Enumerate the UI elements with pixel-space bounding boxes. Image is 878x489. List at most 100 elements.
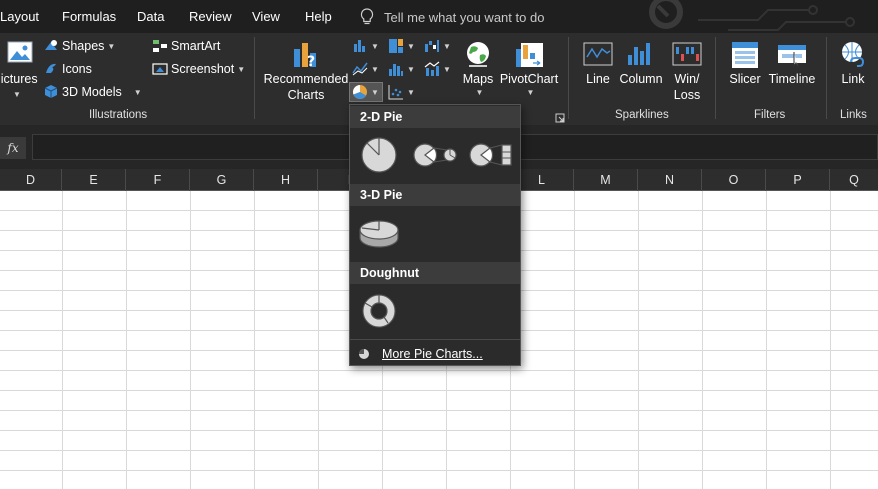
pivotchart-button[interactable]: PivotChart ▼ [500, 39, 558, 101]
hierarchy-chart-icon [389, 39, 403, 53]
pie-chart-small-icon [359, 349, 369, 359]
chevron-down-icon: ▼ [407, 87, 415, 97]
recommended-charts-icon: ? [294, 43, 316, 70]
group-separator [826, 37, 827, 119]
recommended-charts-label-2: Charts [287, 88, 325, 102]
sparkline-winloss-label-1: Win/ [674, 72, 700, 86]
link-button[interactable]: Link [836, 39, 870, 87]
scatter-chart-icon [388, 85, 403, 100]
pie-chart-option[interactable] [356, 133, 402, 177]
chevron-down-icon: ▼ [443, 41, 451, 51]
more-pie-charts-label: More Pie Charts... [382, 347, 483, 361]
column-chart-button[interactable]: ▼ [352, 38, 379, 54]
maps-button[interactable]: Maps ▼ [461, 39, 495, 101]
waterfall-chart-button[interactable]: ▼ [424, 38, 451, 54]
tab-review[interactable]: Review [189, 9, 232, 24]
timeline-label: Timeline [768, 72, 816, 86]
sparkline-line-label: Line [586, 72, 610, 86]
screenshot-icon [152, 63, 168, 75]
line-chart-icon [352, 62, 368, 76]
column-chart-icon [354, 40, 365, 52]
group-separator [254, 37, 255, 119]
pie-of-pie-option[interactable] [410, 133, 462, 177]
scatter-chart-button[interactable]: ▼ [388, 84, 415, 100]
chevron-down-icon: ▼ [107, 41, 116, 51]
sparkline-column-icon [628, 43, 650, 65]
tab-help[interactable]: Help [305, 9, 332, 24]
pie-chart-icon [353, 85, 367, 99]
timeline-button[interactable]: Timeline [766, 39, 818, 87]
column-header[interactable]: G [190, 169, 254, 191]
pie-chart-button[interactable]: ▼ [349, 82, 383, 102]
smartart-icon [153, 40, 167, 52]
sparkline-line-button[interactable]: Line [580, 39, 616, 87]
menu-bar: Layout Formulas Data Review View Help Te… [0, 0, 878, 33]
column-header[interactable]: H [254, 169, 318, 191]
pictures-label: Pictures [0, 72, 38, 86]
tab-layout[interactable]: Layout [0, 9, 39, 24]
column-header[interactable]: M [574, 169, 638, 191]
sparkline-line-icon [583, 42, 613, 66]
doughnut-icon [362, 294, 396, 328]
dialog-launcher-icon[interactable] [555, 113, 565, 123]
shapes-button[interactable]: Shapes ▼ [43, 38, 115, 54]
recommended-charts-button[interactable]: ? Recommended Charts [262, 39, 350, 103]
icons-label: Icons [62, 62, 92, 76]
column-header[interactable]: D [0, 169, 62, 191]
sparkline-column-button[interactable]: Column [618, 39, 664, 87]
combo-chart-button[interactable]: ▼ [424, 61, 451, 77]
sparklines-group-label: Sparklines [615, 109, 669, 121]
tell-me-text: Tell me what you want to do [384, 9, 545, 25]
globe-icon [467, 42, 489, 67]
sparkline-winloss-label-2: Loss [673, 88, 701, 102]
column-header[interactable]: P [766, 169, 830, 191]
column-header[interactable]: N [638, 169, 702, 191]
statistic-chart-button[interactable]: ▼ [388, 61, 415, 77]
sparkline-winloss-button[interactable]: Win/ Loss [668, 39, 706, 103]
3d-pie-option[interactable] [356, 211, 402, 255]
chevron-down-icon: ▼ [407, 64, 415, 74]
pictures-button[interactable]: Pictures ▼ [0, 39, 40, 103]
column-header[interactable]: Q [830, 169, 878, 191]
pictures-icon [7, 41, 33, 63]
tab-data[interactable]: Data [137, 9, 164, 24]
slicer-icon [732, 42, 758, 68]
doughnut-option[interactable] [356, 289, 402, 333]
3d-models-button[interactable]: 3D Models ▼ [43, 84, 142, 100]
more-pie-charts-item[interactable]: More Pie Charts... [358, 345, 483, 363]
timeline-icon [778, 45, 806, 68]
hierarchy-chart-button[interactable]: ▼ [388, 38, 415, 54]
link-label: Link [841, 72, 865, 86]
slicer-button[interactable]: Slicer [726, 39, 764, 87]
smartart-label: SmartArt [171, 39, 221, 53]
pie-chart-dropdown: 2-D Pie 3-D Pie Doughnut More Pie Charts… [349, 104, 521, 366]
tab-formulas[interactable]: Formulas [62, 9, 116, 24]
menu-divider [350, 339, 520, 340]
links-group-label: Links [840, 109, 867, 121]
section-doughnut: Doughnut [350, 262, 520, 284]
screenshot-button[interactable]: Screenshot ▼ [152, 61, 245, 77]
sparkline-column-label: Column [619, 72, 663, 86]
column-header[interactable]: F [126, 169, 190, 191]
tell-me-search[interactable]: Tell me what you want to do [360, 7, 544, 27]
bar-of-pie-option[interactable] [466, 133, 518, 177]
icons-button[interactable]: Icons [43, 61, 92, 77]
3d-pie-icon [359, 220, 399, 248]
line-chart-button[interactable]: ▼ [352, 61, 379, 77]
chevron-down-icon: ▼ [443, 64, 451, 74]
chevron-down-icon: ▼ [133, 87, 142, 97]
column-header[interactable]: O [702, 169, 766, 191]
shapes-label: Shapes [62, 39, 105, 53]
tab-view[interactable]: View [252, 9, 280, 24]
column-header[interactable]: E [62, 169, 126, 191]
statistic-chart-icon [389, 64, 403, 76]
insert-function-button[interactable]: fx [0, 137, 26, 159]
lightbulb-icon [360, 8, 374, 25]
filters-group-label: Filters [754, 109, 786, 121]
smartart-button[interactable]: SmartArt [152, 38, 220, 54]
circuit-background-decoration [649, 0, 855, 31]
svg-text:?: ? [307, 54, 315, 70]
recommended-charts-label-1: Recommended [263, 72, 349, 86]
shapes-icon [45, 40, 57, 50]
link-icon [842, 42, 865, 67]
